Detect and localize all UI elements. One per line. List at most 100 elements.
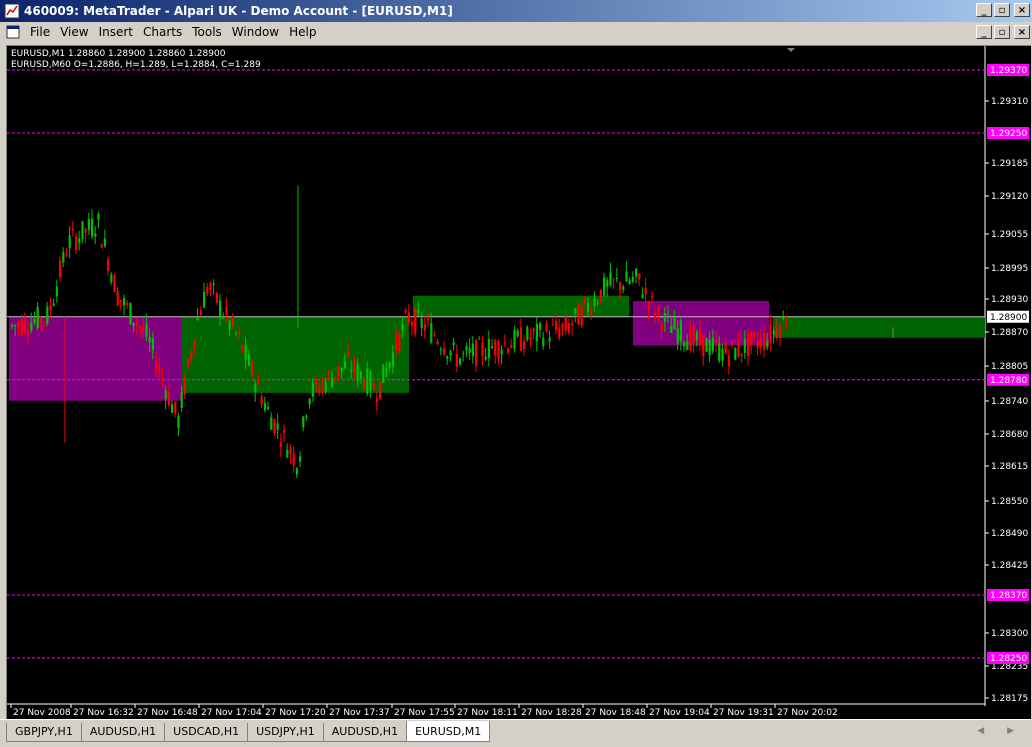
mdi-minimize-button[interactable]: _ [976, 25, 992, 39]
candle-body [363, 381, 366, 389]
candle-body [622, 286, 625, 290]
candle-body [542, 337, 545, 347]
candle-body [273, 419, 276, 433]
candle-body [478, 338, 481, 340]
candle-body [276, 423, 279, 430]
price-label: 1.28740 [991, 397, 1028, 407]
close-button[interactable]: × [1014, 3, 1030, 17]
symbol-info-m60: EURUSD,M60 O=1.2886, H=1.289, L=1.2884, … [11, 60, 261, 70]
metatrader-icon [4, 3, 20, 19]
candle-body [407, 312, 410, 323]
mdi-restore-button[interactable]: ▫ [994, 25, 1010, 39]
menu-file[interactable]: File [28, 25, 58, 39]
chart-tab[interactable]: AUDUSD,H1 [322, 723, 408, 742]
candle-body [289, 447, 292, 454]
candle-body [353, 359, 356, 372]
candle-body [164, 390, 167, 399]
price-label: 1.28995 [991, 264, 1028, 274]
candle-body [62, 252, 65, 263]
candle-body [231, 316, 234, 326]
candle-body [299, 456, 302, 462]
candle-body [670, 325, 673, 334]
menu-insert[interactable]: Insert [97, 25, 141, 39]
candle-body [747, 333, 750, 356]
candle-body [388, 362, 391, 369]
candle-body [321, 381, 324, 386]
candle-body [756, 341, 759, 349]
restore-button[interactable]: ▫ [994, 3, 1010, 17]
candle-body [487, 338, 490, 359]
candle-body [436, 340, 439, 344]
candle-body [283, 430, 286, 433]
candle-body [660, 323, 663, 332]
price-chart[interactable]: EURUSD,M1 1.28860 1.28900 1.28860 1.2890… [6, 45, 1031, 719]
price-label: 1.29185 [991, 159, 1028, 169]
price-label: 1.29310 [991, 97, 1028, 107]
candlestick-chart[interactable]: EURUSD,M1 1.28860 1.28900 1.28860 1.2890… [7, 46, 1031, 719]
candle-body [507, 348, 510, 353]
price-label: 1.29055 [991, 230, 1028, 240]
minimize-button[interactable]: _ [976, 3, 992, 17]
candle-body [398, 332, 401, 352]
menu-charts[interactable]: Charts [141, 25, 190, 39]
candle-body [574, 308, 577, 314]
candle-body [763, 333, 766, 350]
candle-body [526, 326, 529, 340]
candle-body [71, 228, 74, 231]
menu-tools[interactable]: Tools [190, 25, 230, 39]
candle-body [590, 308, 593, 315]
candle-body [420, 318, 423, 328]
menu-help[interactable]: Help [287, 25, 324, 39]
candle-body [171, 404, 174, 413]
chart-tab[interactable]: EURUSD,M1 [406, 721, 491, 742]
candle-body [148, 336, 151, 343]
candle-body [484, 356, 487, 360]
time-label: 27 Nov 19:31 [713, 708, 774, 718]
candle-body [190, 352, 193, 359]
candle-body [564, 316, 567, 331]
candle-body [609, 272, 612, 286]
candle-body [359, 371, 362, 380]
candle-body [257, 379, 260, 385]
chart-window-icon[interactable] [6, 25, 20, 39]
menu-window[interactable]: Window [230, 25, 287, 39]
time-label: 27 Nov 19:04 [649, 708, 710, 718]
candle-body [615, 277, 618, 279]
candle-body [199, 310, 202, 316]
candle-body [715, 340, 718, 343]
tab-scroll-arrows[interactable]: ◀ ▶ [977, 726, 1024, 736]
candle-body [372, 382, 375, 390]
candle-body [311, 383, 314, 397]
candle-body [295, 468, 298, 475]
candle-body [379, 381, 382, 399]
candle-body [423, 323, 426, 331]
candle-body [302, 416, 305, 428]
chart-tab-bar: GBPJPY,H1 AUDUSD,H1 USDCAD,H1 USDJPY,H1 AUDU… [0, 719, 1032, 747]
candle-body [606, 280, 609, 287]
candle-body [651, 295, 654, 298]
candle-body [654, 312, 657, 319]
mdi-close-button[interactable]: × [1014, 25, 1030, 39]
candle-body [81, 221, 84, 240]
chart-tab[interactable]: USDCAD,H1 [164, 723, 249, 742]
chart-tab[interactable]: AUDUSD,H1 [80, 723, 166, 742]
price-label: 1.28615 [991, 462, 1028, 472]
menu-view[interactable]: View [58, 25, 96, 39]
symbol-info-m1: EURUSD,M1 1.28860 1.28900 1.28860 1.2890… [11, 49, 226, 59]
candle-body [132, 322, 135, 326]
candle-body [676, 328, 679, 344]
candle-body [580, 305, 583, 326]
candle-body [55, 286, 58, 297]
candle-body [145, 323, 148, 337]
candle-body [158, 365, 161, 372]
chart-tab[interactable]: GBPJPY,H1 [6, 723, 82, 742]
candle-body [625, 271, 628, 282]
candle-body [151, 338, 154, 351]
candle-body [769, 324, 772, 344]
candle-body [356, 364, 359, 382]
candle-body [641, 294, 644, 298]
chart-tab[interactable]: USDJPY,H1 [247, 723, 324, 742]
candle-body [500, 349, 503, 355]
candle-body [327, 371, 330, 375]
candle-body [33, 318, 36, 323]
